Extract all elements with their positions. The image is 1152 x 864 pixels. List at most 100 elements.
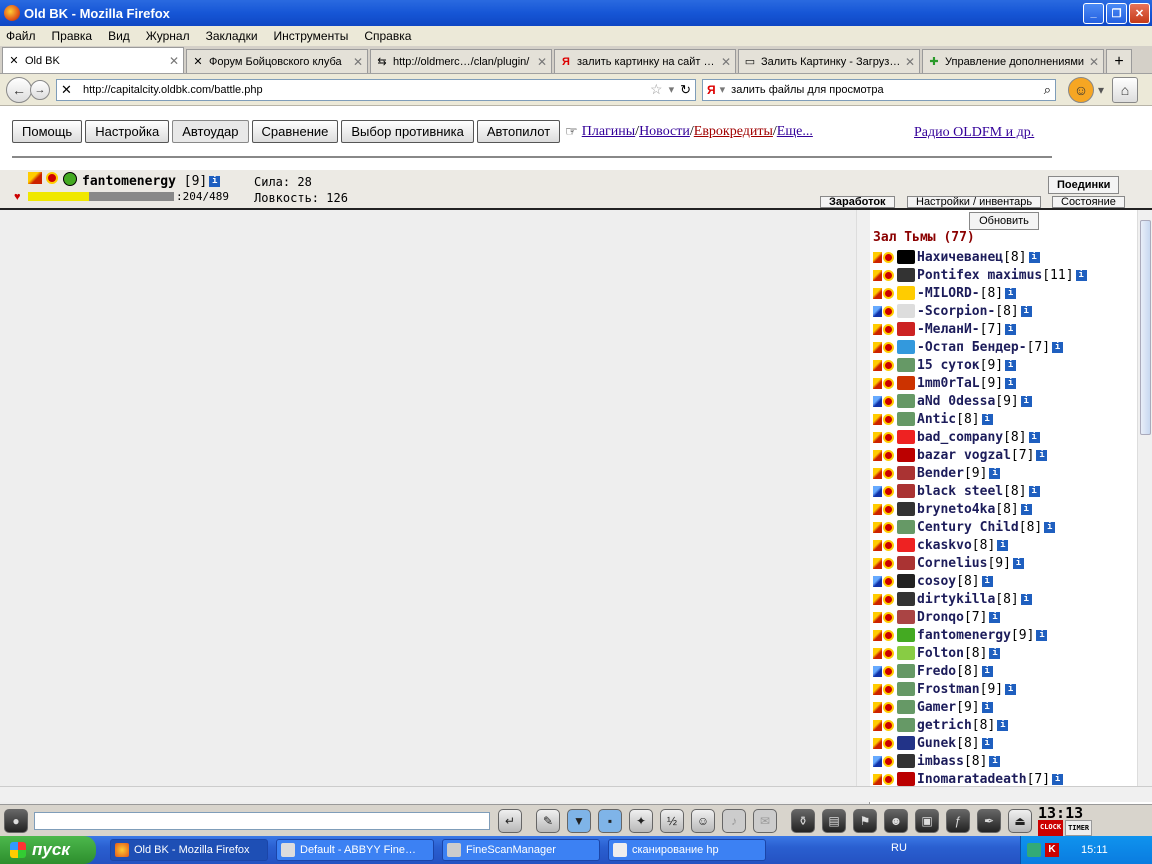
dropdown-arrow-icon[interactable]: ▾: [669, 83, 675, 96]
user-row[interactable]: bad_company [8] i: [873, 428, 1135, 446]
info-icon[interactable]: i: [1005, 287, 1017, 299]
dropdown-arrow-icon[interactable]: ▾: [720, 83, 726, 96]
home-button[interactable]: ⌂: [1112, 76, 1139, 103]
user-row[interactable]: Cornelius [9] i: [873, 554, 1135, 572]
info-icon[interactable]: i: [981, 575, 993, 587]
user-name[interactable]: aNd 0dessa: [917, 394, 995, 409]
chat-icon[interactable]: ●: [4, 808, 28, 833]
user-row[interactable]: ckaskvo [8] i: [873, 536, 1135, 554]
info-icon[interactable]: i: [1020, 395, 1032, 407]
user-name[interactable]: Inomaratadeath: [917, 772, 1027, 787]
user-name[interactable]: Bender: [917, 466, 964, 481]
user-row[interactable]: dirtykilla [8] i: [873, 590, 1135, 608]
user-name[interactable]: -Остап Бендер-: [917, 340, 1027, 355]
user-name[interactable]: -Scorpion-: [917, 304, 995, 319]
duels-button[interactable]: Поединки: [1048, 176, 1120, 194]
flag-icon[interactable]: ⚑: [853, 808, 877, 833]
addon-face-icon[interactable]: ☺: [1068, 76, 1094, 103]
user-row[interactable]: Dronqo [7] i: [873, 608, 1135, 626]
plugins-link[interactable]: Плагины: [582, 124, 635, 139]
start-button[interactable]: пуск: [0, 836, 96, 864]
language-indicator[interactable]: RU: [891, 842, 907, 854]
radio-link[interactable]: Радио OLDFM и др.: [914, 125, 1034, 141]
back-button[interactable]: ←: [6, 76, 32, 103]
fighter-icon[interactable]: ✦: [629, 808, 653, 833]
info-icon[interactable]: i: [997, 539, 1009, 551]
user-name[interactable]: Frostman: [917, 682, 980, 697]
bottle-icon[interactable]: ⚱: [791, 808, 815, 833]
network-icon[interactable]: [1027, 843, 1041, 857]
search-input[interactable]: залить файлы для просмотра: [731, 84, 1044, 96]
user-row[interactable]: black steel [8] i: [873, 482, 1135, 500]
yandex-icon[interactable]: Я: [707, 83, 716, 97]
info-icon[interactable]: i: [989, 647, 1001, 659]
user-name[interactable]: Fredo: [917, 664, 956, 679]
user-row[interactable]: Нахичеванец [8] i: [873, 248, 1135, 266]
info-icon[interactable]: i: [997, 719, 1009, 731]
task-firefox[interactable]: Old BK - Mozilla Firefox: [110, 839, 268, 861]
user-row[interactable]: -Остап Бендер- [7] i: [873, 338, 1135, 356]
user-name[interactable]: Folton: [917, 646, 964, 661]
star-icon[interactable]: ☆: [650, 81, 663, 98]
user-row[interactable]: Pontifex maximus [11] i: [873, 266, 1135, 284]
user-name[interactable]: getrich: [917, 718, 972, 733]
menu-edit[interactable]: Правка: [52, 29, 93, 43]
reload-icon[interactable]: ↻: [680, 82, 691, 98]
user-row[interactable]: Antic [8] i: [873, 410, 1135, 428]
user-row[interactable]: Gunek [8] i: [873, 734, 1135, 752]
refresh-button[interactable]: Обновить: [969, 212, 1039, 230]
user-name[interactable]: Century Child: [917, 520, 1019, 535]
user-name[interactable]: -MILORD-: [917, 286, 980, 301]
close-button[interactable]: ✕: [1129, 2, 1150, 24]
user-row[interactable]: bryneto4ka [8] i: [873, 500, 1135, 518]
user-row[interactable]: imbass [8] i: [873, 752, 1135, 770]
info-icon[interactable]: i: [1012, 557, 1024, 569]
more-link[interactable]: Еще...: [777, 124, 813, 139]
user-row[interactable]: Folton [8] i: [873, 644, 1135, 662]
menu-view[interactable]: Вид: [108, 29, 130, 43]
task-abbyy[interactable]: Default - ABBYY Fine…: [276, 839, 434, 861]
quill-icon[interactable]: ✒: [977, 808, 1001, 833]
save-icon[interactable]: ▪: [598, 808, 622, 833]
info-icon[interactable]: i: [1028, 431, 1040, 443]
user-name[interactable]: ckaskvo: [917, 538, 972, 553]
user-row[interactable]: Gamer [9] i: [873, 698, 1135, 716]
user-row[interactable]: 15 суток [9] i: [873, 356, 1135, 374]
clock-tag[interactable]: CLOCK: [1038, 819, 1064, 836]
scroll-icon[interactable]: ▤: [822, 808, 846, 833]
info-icon[interactable]: i: [1005, 377, 1017, 389]
help-button[interactable]: Помощь: [12, 120, 83, 143]
sound-icon[interactable]: ♪: [722, 808, 746, 833]
user-name[interactable]: Antic: [917, 412, 956, 427]
forward-button[interactable]: →: [30, 79, 50, 100]
info-icon[interactable]: i: [989, 611, 1001, 623]
tab-forum[interactable]: ✕ Форум Бойцовского клуба ✕: [186, 49, 368, 73]
user-name[interactable]: cosoy: [917, 574, 956, 589]
user-name[interactable]: bad_company: [917, 430, 1003, 445]
menu-file[interactable]: Файл: [6, 29, 36, 43]
user-name[interactable]: fantomenergy: [917, 628, 1011, 643]
horizontal-scrollbar[interactable]: [0, 786, 1152, 802]
info-icon[interactable]: i: [1005, 323, 1017, 335]
tab-close-icon[interactable]: ✕: [905, 55, 915, 69]
search-icon[interactable]: ⌕: [1044, 82, 1051, 98]
menu-tools[interactable]: Инструменты: [274, 29, 349, 43]
url-text[interactable]: http://capitalcity.oldbk.com/battle.php: [83, 84, 650, 96]
menu-help[interactable]: Справка: [364, 29, 411, 43]
user-name[interactable]: Gamer: [917, 700, 956, 715]
user-name[interactable]: bazar vogzal: [917, 448, 1011, 463]
kaspersky-icon[interactable]: K: [1045, 843, 1059, 857]
tab-close-icon[interactable]: ✕: [721, 55, 731, 69]
user-row[interactable]: Fredo [8] i: [873, 662, 1135, 680]
eurocredits-link[interactable]: Еврокредиты: [694, 124, 773, 139]
user-row[interactable]: cosoy [8] i: [873, 572, 1135, 590]
info-icon[interactable]: i: [989, 467, 1001, 479]
user-name[interactable]: 1mm0rTaL: [917, 376, 980, 391]
scrollbar-thumb[interactable]: [1140, 220, 1151, 435]
tab-close-icon[interactable]: ✕: [353, 55, 363, 69]
minimize-button[interactable]: _: [1083, 2, 1104, 24]
settings-button[interactable]: Настройка: [85, 120, 170, 143]
info-icon[interactable]: i: [1020, 305, 1032, 317]
state-button[interactable]: Состояние: [1052, 196, 1125, 208]
user-row[interactable]: -МеланИ- [7] i: [873, 320, 1135, 338]
